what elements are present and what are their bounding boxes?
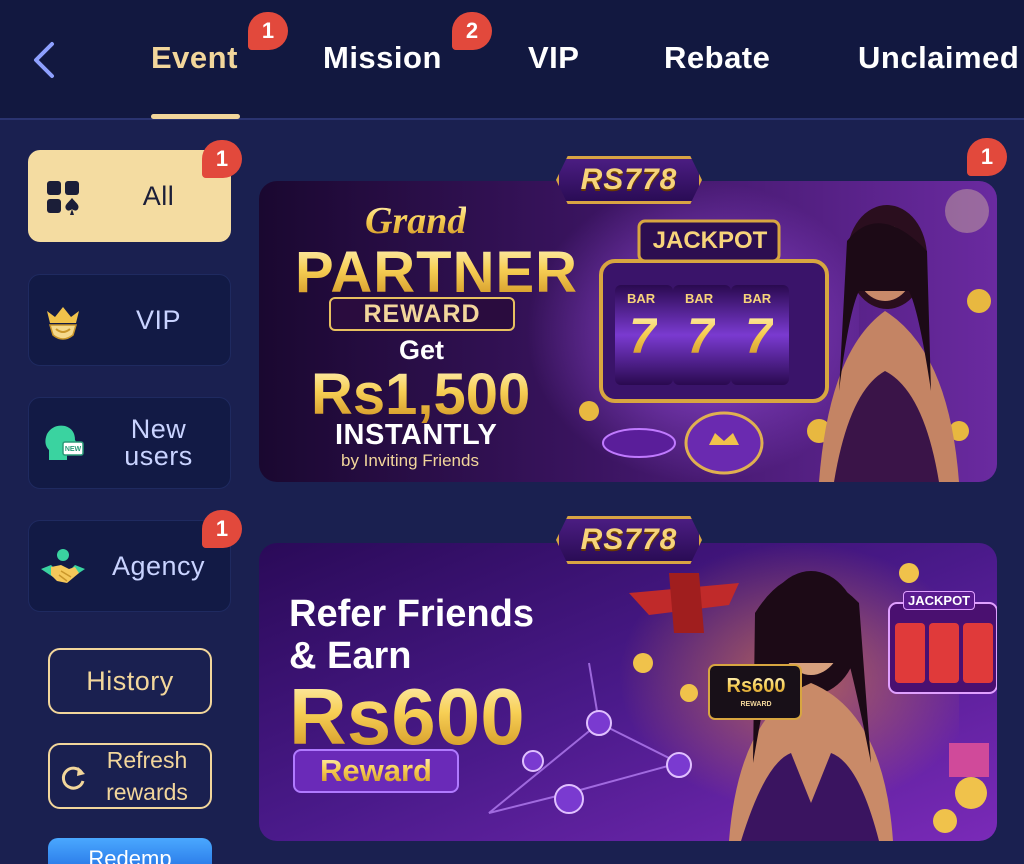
refresh-icon [58, 763, 88, 793]
reel-symbol-seven: 7 [629, 308, 657, 364]
banner2-card-caption: REWARD [740, 701, 772, 708]
tab-vip[interactable]: VIP [528, 40, 579, 76]
tab-rebate[interactable]: Rebate [664, 40, 770, 76]
sidebar-item-label: VIP [135, 304, 182, 335]
banner1-line-grand: Grand [365, 200, 467, 242]
banner1-line-instantly: INSTANTLY [335, 419, 498, 451]
back-arrow-icon[interactable] [28, 40, 64, 80]
sidebar-item-all[interactable]: All [28, 150, 231, 242]
reel-symbol-seven: 7 [745, 308, 773, 364]
banner1-line-inviting: by Inviting Friends [341, 451, 479, 470]
promo-banner-grand-partner[interactable]: Grand PARTNER REWARD Get Rs1,500 INSTANT… [259, 181, 997, 482]
banner2-jackpot-label: JACKPOT [903, 591, 976, 610]
tab-mission[interactable]: Mission [323, 40, 442, 76]
banner2-reward-tag: Reward [293, 749, 459, 793]
brand-logo-banner1: RS778 [556, 156, 702, 204]
tab-unclaimed[interactable]: Unclaimed [858, 40, 1019, 76]
sidebar-agency-badge: 1 [202, 510, 242, 548]
banner2-line-refer: Refer Friends [289, 593, 534, 635]
crown-shield-icon [39, 297, 87, 345]
banner1-jackpot-label: JACKPOT [652, 227, 768, 254]
reel-label: BAR [627, 291, 656, 306]
banner2-reward-text: Reward [320, 753, 432, 788]
redeem-label: Redemp [88, 846, 172, 864]
banner1-amount: Rs1,500 [311, 362, 531, 427]
reel-label: BAR [685, 291, 714, 306]
banner1-reward-tag: REWARD [329, 297, 515, 331]
refresh-rewards-button[interactable]: Refresh rewards [48, 743, 212, 809]
top-navigation-bar: Event 1 Mission 2 VIP Rebate Unclaimed [0, 0, 1024, 120]
promo-banner-refer-friends[interactable]: Refer Friends & Earn Rs600 Reward Rs600 … [259, 543, 997, 841]
banner2-card-amount: Rs600 [721, 675, 791, 698]
redeem-button[interactable]: Redemp [48, 838, 212, 864]
active-tab-indicator [151, 114, 240, 119]
svg-text:NEW: NEW [65, 446, 82, 453]
tab-event[interactable]: Event [151, 40, 238, 76]
refresh-rewards-label: Refresh rewards [106, 747, 188, 805]
history-button[interactable]: History [48, 648, 212, 714]
brand-logo-banner2: RS778 [556, 516, 702, 564]
banner1-badge: 1 [967, 138, 1007, 176]
banner1-line-partner: PARTNER [295, 240, 579, 305]
grid-icon [39, 173, 87, 221]
handshake-icon [39, 543, 87, 591]
new-user-head-icon: NEW [39, 420, 87, 468]
reel-label: BAR [743, 291, 772, 306]
sidebar-item-agency[interactable]: Agency [28, 520, 231, 612]
sidebar-item-label: New users [124, 414, 193, 471]
reel-symbol-seven: 7 [687, 308, 715, 364]
tab-mission-badge: 2 [452, 12, 492, 50]
sidebar-item-vip[interactable]: VIP [28, 274, 231, 366]
sidebar-item-new-users[interactable]: NEW New users [28, 397, 231, 489]
sidebar-all-badge: 1 [202, 140, 242, 178]
tab-event-badge: 1 [248, 12, 288, 50]
